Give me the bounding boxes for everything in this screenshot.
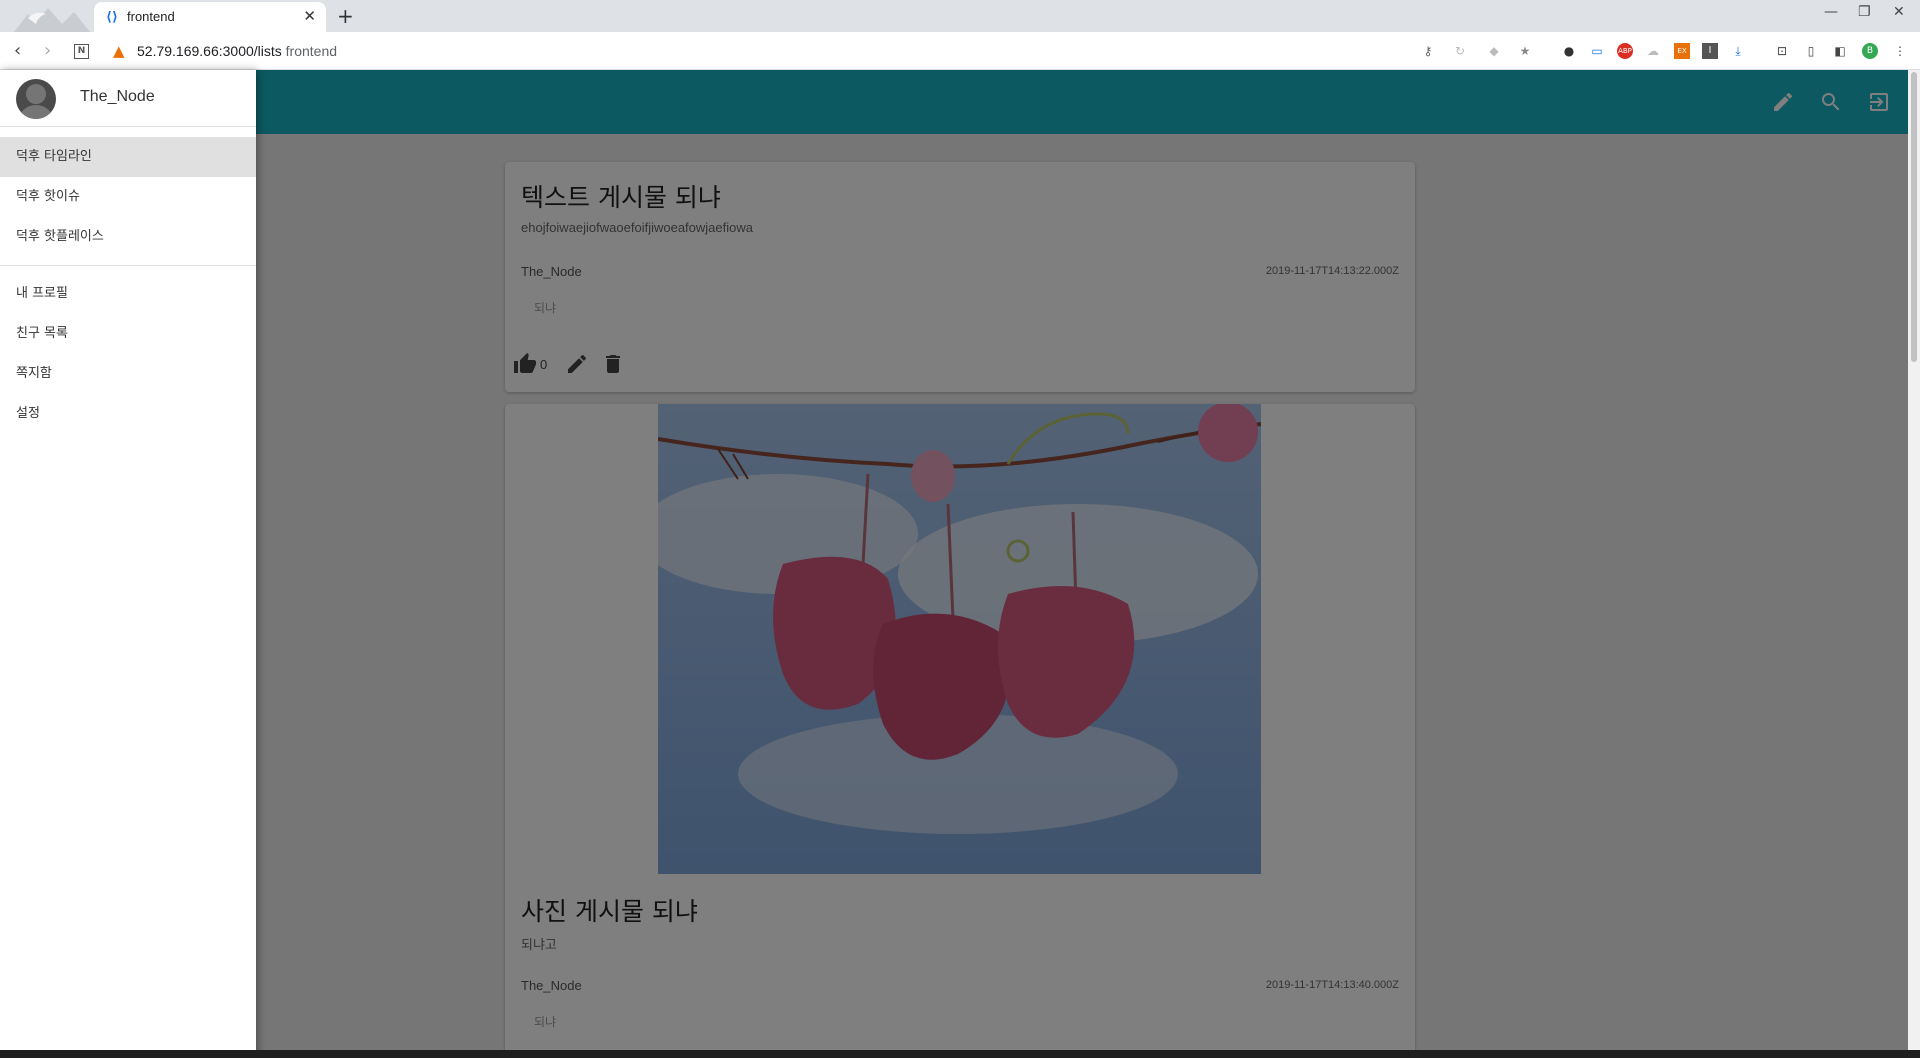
reader-icon[interactable]: ▯: [1803, 43, 1819, 59]
browser-tab-bar: ⟨⟩ frontend ✕ + — ❐ ✕: [0, 0, 1920, 32]
new-tab-icon[interactable]: +: [337, 4, 354, 28]
menu-kebab-icon[interactable]: ⋮: [1892, 43, 1908, 59]
drawer-item-timeline[interactable]: 덕후 타임라인: [0, 137, 256, 177]
drawer-item-profile[interactable]: 내 프로필: [0, 274, 256, 314]
drawer-item-settings[interactable]: 설정: [0, 394, 256, 434]
pinned-tab[interactable]: [14, 4, 90, 32]
ext-dark-icon[interactable]: I: [1702, 43, 1718, 59]
mouse-ext-icon[interactable]: ●: [1561, 43, 1577, 59]
adblock-icon[interactable]: ABP: [1617, 43, 1633, 59]
sidebar-icon[interactable]: ◧: [1832, 43, 1848, 59]
profile-avatar-icon[interactable]: B: [1862, 43, 1878, 59]
forward-icon[interactable]: ›: [44, 40, 51, 61]
drawer-item-hot-issue[interactable]: 덕후 핫이슈: [0, 177, 256, 217]
key-icon[interactable]: ⚷: [1420, 43, 1436, 59]
url-field[interactable]: 52.79.169.66:3000/lists frontend: [137, 43, 337, 59]
drawer-username: The_Node: [80, 88, 155, 105]
cloud-ext-icon[interactable]: ☁: [1645, 43, 1661, 59]
vscode-favicon-icon: ⟨⟩: [106, 10, 118, 25]
star-icon[interactable]: ★: [1517, 43, 1533, 59]
drawer-item-hot-place[interactable]: 덕후 핫플레이스: [0, 217, 256, 257]
back-icon[interactable]: ‹: [14, 40, 21, 61]
page-scrollbar[interactable]: [1908, 70, 1920, 1058]
avatar-body: [19, 105, 53, 119]
restore-icon[interactable]: ❐: [1858, 4, 1871, 20]
tab-title: frontend: [127, 9, 175, 24]
avatar-head: [26, 84, 46, 104]
address-bar: ‹ › N ▲ 52.79.169.66:3000/lists frontend…: [0, 32, 1920, 70]
drawer-scrim[interactable]: [0, 70, 1920, 1058]
close-window-icon[interactable]: ✕: [1893, 4, 1905, 20]
calendar-ext-icon[interactable]: ▭: [1589, 43, 1605, 59]
warning-icon[interactable]: ▲: [113, 42, 125, 60]
pinned-tab-thumbnail-icon: [14, 8, 90, 32]
drawer-header: The_Node: [0, 70, 256, 127]
drawer-item-friends[interactable]: 친구 목록: [0, 314, 256, 354]
ext-orange-icon[interactable]: EX: [1674, 43, 1690, 59]
tab-close-icon[interactable]: ✕: [303, 7, 316, 25]
drawer-divider: [0, 265, 256, 266]
screenshot-icon[interactable]: ⊡: [1774, 43, 1790, 59]
os-taskbar: [0, 1050, 1920, 1058]
avatar[interactable]: [16, 79, 56, 119]
notion-icon[interactable]: N: [74, 44, 89, 59]
minimize-icon[interactable]: —: [1824, 4, 1838, 20]
drawer-item-messages[interactable]: 쪽지함: [0, 354, 256, 394]
shield-icon[interactable]: ◆: [1486, 43, 1502, 59]
download-icon[interactable]: ⤓: [1730, 43, 1746, 59]
scrollbar-thumb[interactable]: [1911, 72, 1917, 362]
active-tab[interactable]: ⟨⟩ frontend ✕: [94, 2, 326, 32]
navigation-drawer: The_Node 덕후 타임라인 덕후 핫이슈 덕후 핫플레이스 내 프로필 친…: [0, 70, 256, 1058]
refresh-ext-icon[interactable]: ↻: [1452, 43, 1468, 59]
